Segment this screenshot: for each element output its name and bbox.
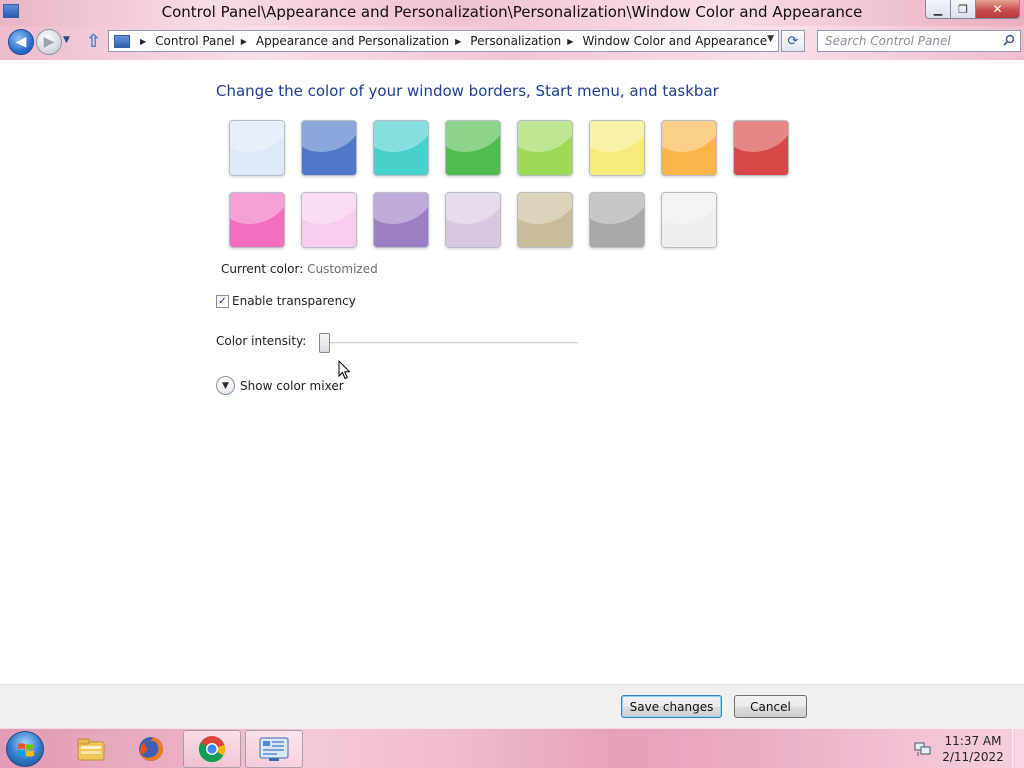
search-input[interactable]: Search Control Panel xyxy=(817,30,1021,52)
title-bar: Control Panel\Appearance and Personaliza… xyxy=(0,0,1024,26)
swatch-chocolate[interactable] xyxy=(589,192,645,248)
address-dropdown-icon[interactable]: ▼ xyxy=(767,34,774,44)
swatch-blush[interactable] xyxy=(301,192,357,248)
firefox-icon xyxy=(139,737,163,761)
breadcrumb-separator-icon[interactable]: ▶ xyxy=(567,37,573,46)
chevron-down-icon[interactable]: ▼ xyxy=(216,376,235,395)
intensity-label: Color intensity: xyxy=(216,334,307,348)
control-panel-icon xyxy=(259,737,289,761)
network-icon[interactable] xyxy=(914,741,932,757)
current-color: Current color: Customized xyxy=(221,262,378,276)
back-button[interactable]: ◀ xyxy=(8,29,34,55)
breadcrumb: ▶ Control Panel ▶ Appearance and Persona… xyxy=(134,34,767,48)
swatch-twilight[interactable] xyxy=(301,120,357,176)
close-button[interactable]: ✕ xyxy=(976,0,1020,19)
swatch-pumpkin[interactable] xyxy=(661,120,717,176)
command-bar: Save changes Cancel xyxy=(0,684,1024,728)
minimize-button[interactable]: ▁ xyxy=(925,0,951,19)
breadcrumb-separator-icon[interactable]: ▶ xyxy=(140,37,146,46)
address-bar[interactable]: ▶ Control Panel ▶ Appearance and Persona… xyxy=(108,30,779,52)
transparency-checkbox[interactable]: ✓ xyxy=(216,294,229,308)
swatch-fuchsia[interactable] xyxy=(229,192,285,248)
window-title: Control Panel\Appearance and Personaliza… xyxy=(161,3,863,21)
refresh-button[interactable]: ⟳ xyxy=(781,30,805,52)
content-area: Change the color of your window borders,… xyxy=(0,60,1024,684)
swatch-lime[interactable] xyxy=(517,120,573,176)
clock-time: 11:37 AM xyxy=(944,734,1002,748)
taskbar-explorer-button[interactable] xyxy=(62,730,120,768)
cancel-button[interactable]: Cancel xyxy=(734,695,807,718)
start-button[interactable] xyxy=(6,731,44,767)
forward-button[interactable]: ▶ xyxy=(36,29,62,55)
swatch-lavender[interactable] xyxy=(445,192,501,248)
swatch-sky[interactable] xyxy=(229,120,285,176)
swatch-sea[interactable] xyxy=(373,120,429,176)
swatch-lemon[interactable] xyxy=(589,120,645,176)
breadcrumb-control-panel[interactable]: Control Panel xyxy=(155,34,235,48)
navigation-bar: ◀ ▶ ▼ ⇧ ▶ Control Panel ▶ Appearance and… xyxy=(0,26,1024,60)
taskbar-control-panel-button[interactable] xyxy=(245,730,303,768)
swatch-frost[interactable] xyxy=(661,192,717,248)
show-desktop-button[interactable] xyxy=(1012,729,1024,768)
taskbar-chrome-button[interactable] xyxy=(183,730,241,768)
folder-icon xyxy=(77,738,105,761)
show-color-mixer[interactable]: ▼ Show color mixer xyxy=(216,376,344,395)
taskbar: 11:37 AM 2/11/2022 xyxy=(0,728,1024,768)
search-placeholder: Search Control Panel xyxy=(825,34,951,48)
save-changes-button[interactable]: Save changes xyxy=(621,695,722,718)
intensity-slider-track[interactable] xyxy=(320,342,578,344)
show-color-mixer-label[interactable]: Show color mixer xyxy=(240,379,344,393)
caption-buttons: ▁ ❐ ✕ xyxy=(925,0,1020,19)
control-panel-icon xyxy=(114,34,130,48)
system-clock[interactable]: 11:37 AM 2/11/2022 xyxy=(940,733,1006,765)
maximize-button[interactable]: ❐ xyxy=(951,0,976,19)
breadcrumb-separator-icon[interactable]: ▶ xyxy=(455,37,461,46)
breadcrumb-separator-icon[interactable]: ▶ xyxy=(241,37,247,46)
up-button[interactable]: ⇧ xyxy=(86,31,101,52)
clock-date: 2/11/2022 xyxy=(942,750,1004,764)
swatch-leaf[interactable] xyxy=(445,120,501,176)
current-color-label: Current color: xyxy=(221,262,304,276)
current-color-value: Customized xyxy=(307,262,378,276)
swatch-violet[interactable] xyxy=(373,192,429,248)
transparency-option[interactable]: ✓ Enable transparency xyxy=(216,294,356,308)
chrome-icon xyxy=(198,736,226,763)
taskbar-firefox-button[interactable] xyxy=(122,730,180,768)
breadcrumb-appearance[interactable]: Appearance and Personalization xyxy=(256,34,449,48)
windows-logo-icon xyxy=(18,743,34,757)
page-title: Change the color of your window borders,… xyxy=(216,82,719,100)
search-icon[interactable] xyxy=(1003,34,1015,46)
recent-pages-dropdown[interactable]: ▼ xyxy=(63,35,70,45)
transparency-label[interactable]: Enable transparency xyxy=(232,294,356,308)
swatch-ruby[interactable] xyxy=(733,120,789,176)
intensity-slider-thumb[interactable] xyxy=(319,333,330,353)
breadcrumb-window-color[interactable]: Window Color and Appearance xyxy=(582,34,767,48)
breadcrumb-personalization[interactable]: Personalization xyxy=(470,34,561,48)
swatch-taupe[interactable] xyxy=(517,192,573,248)
